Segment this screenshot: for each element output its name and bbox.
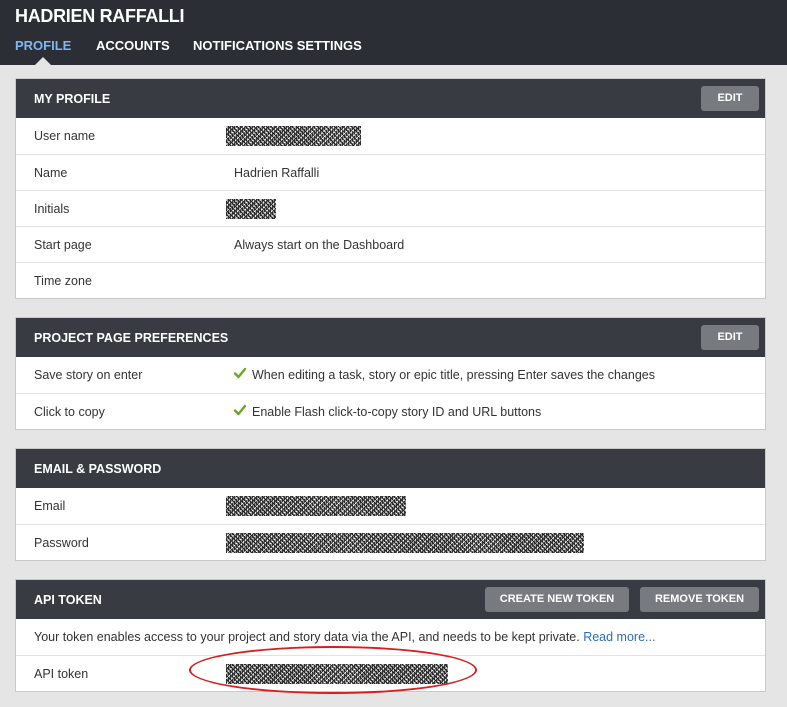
page-title: HADRIEN RAFFALLI (15, 6, 185, 26)
project-prefs-header: PROJECT PAGE PREFERENCES EDIT (16, 318, 765, 357)
api-token-info-text: Your token enables access to your projec… (34, 630, 580, 644)
row-label: Initials (34, 202, 70, 216)
project-prefs-edit-button[interactable]: EDIT (701, 325, 759, 350)
top-header: HADRIEN RAFFALLI PROFILE ACCOUNTS NOTIFI… (0, 0, 787, 65)
tab-profile[interactable]: PROFILE (15, 38, 71, 53)
project-prefs-title: PROJECT PAGE PREFERENCES (34, 331, 229, 345)
api-token-title: API TOKEN (34, 593, 102, 607)
row-value: Hadrien Raffalli (234, 166, 320, 180)
read-more-link[interactable]: Read more... (583, 630, 655, 644)
my-profile-edit-button[interactable]: EDIT (701, 86, 759, 111)
row-click-to-copy: Click to copy Enable Flash click-to-copy… (16, 393, 765, 429)
row-email: Email (16, 488, 765, 524)
email-password-panel: EMAIL & PASSWORD Email Password (15, 448, 766, 561)
email-password-header: EMAIL & PASSWORD (16, 449, 765, 488)
redacted-initials (226, 199, 276, 219)
tab-accounts[interactable]: ACCOUNTS (96, 38, 170, 53)
row-label: Click to copy (34, 405, 105, 419)
active-tab-indicator (35, 57, 51, 65)
row-name: Name Hadrien Raffalli (16, 154, 765, 190)
row-value: Always start on the Dashboard (234, 238, 405, 252)
check-icon (233, 404, 247, 416)
redacted-email (226, 496, 406, 516)
check-icon (233, 367, 247, 379)
row-label: Save story on enter (34, 368, 143, 382)
redacted-password (226, 533, 584, 553)
row-password: Password (16, 524, 765, 560)
row-start-page: Start page Always start on the Dashboard (16, 226, 765, 262)
row-label: Time zone (34, 274, 92, 288)
redacted-user-name (226, 126, 361, 146)
my-profile-header: MY PROFILE EDIT (16, 79, 765, 118)
row-time-zone: Time zone (16, 262, 765, 298)
row-label: Password (34, 536, 89, 550)
row-label: Start page (34, 238, 92, 252)
tab-notifications-settings[interactable]: NOTIFICATIONS SETTINGS (193, 38, 362, 53)
my-profile-panel: MY PROFILE EDIT User name Name Hadrien R… (15, 78, 766, 299)
project-prefs-panel: PROJECT PAGE PREFERENCES EDIT Save story… (15, 317, 766, 430)
row-label: Email (34, 499, 66, 513)
row-label: Name (34, 166, 68, 180)
my-profile-title: MY PROFILE (34, 92, 111, 106)
row-value: When editing a task, story or epic title… (252, 368, 655, 382)
row-user-name: User name (16, 118, 765, 154)
row-save-story-on-enter: Save story on enter When editing a task,… (16, 357, 765, 393)
highlight-annotation-oval (189, 646, 477, 694)
row-label: API token (34, 667, 89, 681)
email-password-title: EMAIL & PASSWORD (34, 462, 162, 476)
row-initials: Initials (16, 190, 765, 226)
create-new-token-button[interactable]: CREATE NEW TOKEN (485, 587, 629, 612)
api-token-header: API TOKEN CREATE NEW TOKEN REMOVE TOKEN (16, 580, 765, 619)
row-value: Enable Flash click-to-copy story ID and … (252, 405, 542, 419)
row-label: User name (34, 129, 96, 143)
remove-token-button[interactable]: REMOVE TOKEN (640, 587, 759, 612)
